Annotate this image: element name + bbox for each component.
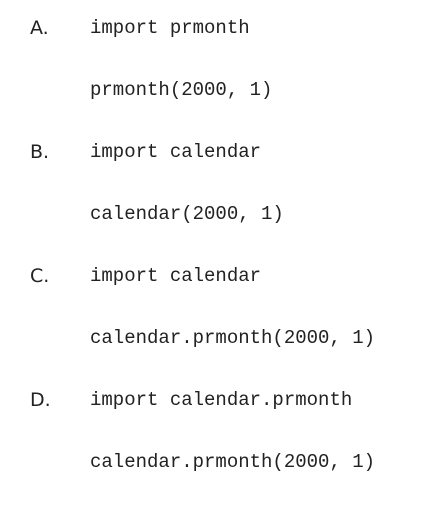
answer-options: A. import prmonth prmonth(2000, 1) B. im…: [0, 0, 428, 494]
option-letter: D.: [30, 389, 51, 411]
option-a: A. import prmonth prmonth(2000, 1): [0, 16, 428, 140]
option-c: C. import calendar calendar.prmonth(2000…: [0, 264, 428, 388]
code-line-import: import calendar: [90, 265, 262, 287]
option-b: B. import calendar calendar(2000, 1): [0, 140, 428, 264]
code-line-call: calendar.prmonth(2000, 1): [90, 327, 376, 349]
code-line-call: prmonth(2000, 1): [90, 79, 273, 101]
code-line-import: import prmonth: [90, 17, 250, 39]
code-line-call: calendar(2000, 1): [90, 203, 284, 225]
option-d: D. import calendar.prmonth calendar.prmo…: [0, 388, 428, 512]
code-line-import: import calendar.prmonth: [90, 389, 353, 411]
option-letter: A.: [30, 17, 49, 39]
code-line-import: import calendar: [90, 141, 262, 163]
option-letter: C.: [30, 265, 50, 287]
option-letter: B.: [30, 141, 50, 163]
code-line-call: calendar.prmonth(2000, 1): [90, 451, 376, 473]
